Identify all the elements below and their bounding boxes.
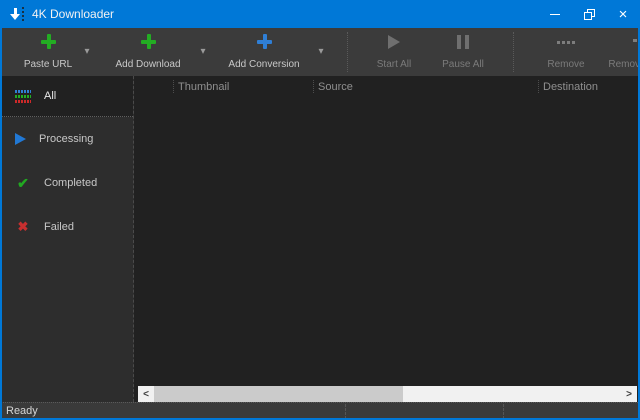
paste-url-dropdown-icon[interactable]: ▾ [80, 46, 94, 57]
start-all-button[interactable]: Start All [363, 31, 425, 73]
remove-all-label: Remove [608, 59, 640, 70]
toolbar-separator [347, 32, 348, 72]
statusbar-separator [345, 404, 346, 419]
x-icon: ✖ [15, 219, 31, 235]
statusbar: Ready [0, 402, 640, 418]
remove-button[interactable]: Remove [535, 31, 597, 73]
sidebar-item-label: Completed [44, 177, 97, 189]
sidebar-item-label: Failed [44, 221, 74, 233]
titlebar: 4K Downloader × [0, 0, 640, 28]
scrollbar-thumb[interactable] [154, 386, 403, 402]
paste-url-button[interactable]: Paste URL [8, 31, 88, 73]
remove-all-button[interactable]: Remove [597, 31, 640, 73]
play-icon [388, 35, 400, 49]
scroll-left-button[interactable]: < [138, 386, 154, 402]
remove-label: Remove [547, 59, 584, 70]
play-icon [15, 133, 26, 145]
sidebar-item-processing[interactable]: Processing [2, 117, 133, 161]
column-header-thumbnail[interactable]: Thumbnail [178, 81, 229, 93]
start-all-label: Start All [377, 59, 411, 70]
add-download-dropdown-icon[interactable]: ▾ [196, 46, 210, 57]
clipped-icon-fragment [633, 39, 637, 42]
window-title: 4K Downloader [32, 7, 114, 21]
minimize-button[interactable] [538, 0, 572, 28]
statusbar-separator [503, 404, 504, 419]
check-icon: ✔ [15, 175, 31, 192]
all-filter-icon [15, 90, 31, 103]
sidebar-item-completed[interactable]: ✔ Completed [2, 161, 133, 205]
restore-icon [584, 9, 595, 20]
horizontal-scrollbar[interactable]: < > [138, 386, 637, 402]
window-controls: × [538, 0, 640, 28]
sidebar-item-all[interactable]: All [2, 76, 133, 117]
plus-icon [141, 34, 156, 49]
add-conversion-button[interactable]: Add Conversion [218, 31, 310, 73]
window-border-left [0, 0, 2, 420]
pause-all-button[interactable]: Pause All [432, 31, 494, 73]
sidebar: All Processing ✔ Completed ✖ Failed [2, 76, 134, 402]
toolbar: Paste URL ▾ Add Download ▾ Add Conversio… [0, 28, 640, 76]
dotted-line-decoration [22, 7, 24, 21]
dashed-minus-icon [557, 41, 575, 44]
pause-icon [457, 35, 469, 49]
plus-icon [257, 34, 272, 49]
minimize-icon [550, 14, 560, 15]
sidebar-item-failed[interactable]: ✖ Failed [2, 205, 133, 249]
column-separator [313, 80, 314, 93]
toolbar-separator [513, 32, 514, 72]
add-download-button[interactable]: Add Download [104, 31, 192, 73]
column-header-destination[interactable]: Destination [543, 81, 598, 93]
sidebar-item-label: All [44, 90, 56, 102]
paste-url-label: Paste URL [24, 59, 72, 70]
add-conversion-dropdown-icon[interactable]: ▾ [314, 46, 328, 57]
column-separator [173, 80, 174, 93]
scroll-right-button[interactable]: > [621, 386, 637, 402]
app-window: 4K Downloader × Paste URL ▾ Add Download… [0, 0, 640, 420]
sidebar-item-label: Processing [39, 133, 93, 145]
close-icon: × [619, 7, 628, 22]
column-separator [538, 80, 539, 93]
maximize-button[interactable] [572, 0, 606, 28]
pause-all-label: Pause All [442, 59, 484, 70]
plus-icon [41, 34, 56, 49]
app-icon [10, 7, 24, 21]
close-button[interactable]: × [606, 0, 640, 28]
add-conversion-label: Add Conversion [228, 59, 299, 70]
status-text: Ready [6, 405, 38, 417]
add-download-label: Add Download [115, 59, 180, 70]
download-arrow-icon [10, 8, 20, 20]
column-header-source[interactable]: Source [318, 81, 353, 93]
